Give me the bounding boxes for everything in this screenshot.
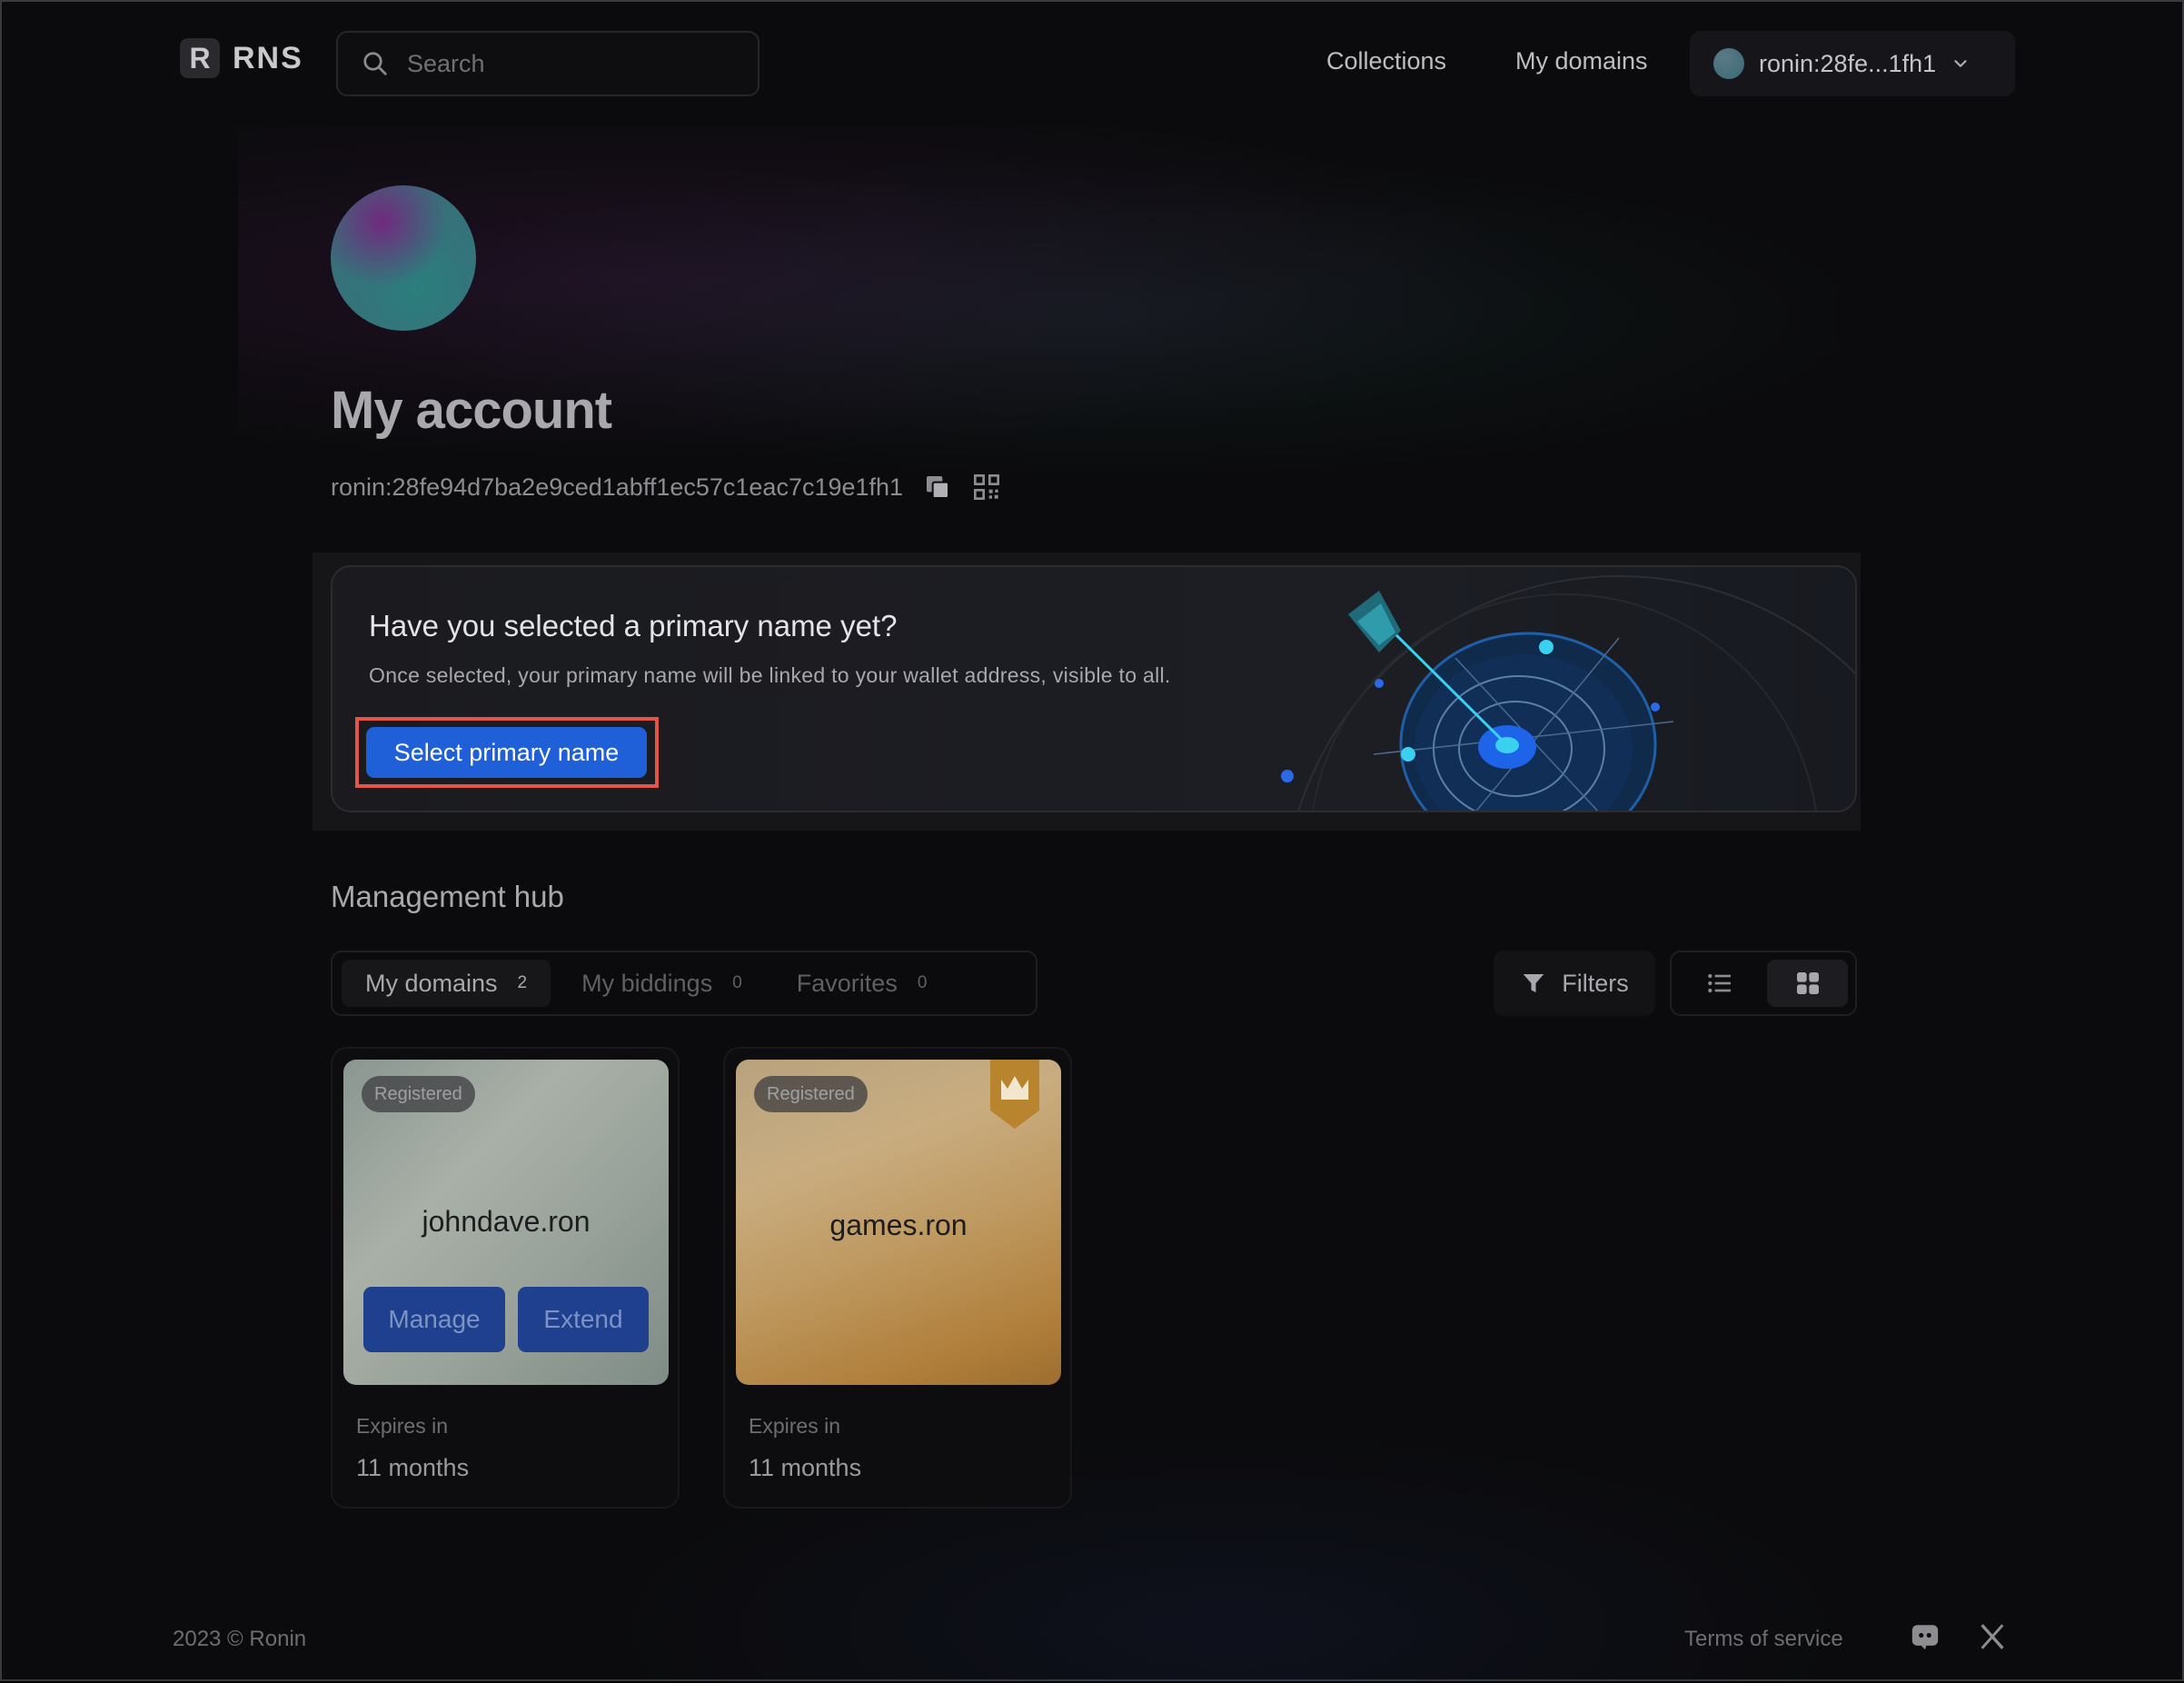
tab-label: My biddings xyxy=(581,969,713,997)
discord-icon[interactable] xyxy=(1910,1621,1941,1652)
wallet-address: ronin:28fe94d7ba2e9ced1abff1ec57c1eac7c1… xyxy=(331,473,904,501)
profile-avatar xyxy=(331,185,476,331)
wallet-address-row: ronin:28fe94d7ba2e9ced1abff1ec57c1eac7c1… xyxy=(331,473,1001,502)
filters-label: Filters xyxy=(1562,969,1629,997)
x-twitter-icon[interactable] xyxy=(1977,1621,2008,1652)
chevron-down-icon xyxy=(1954,60,1967,67)
header-glow xyxy=(238,125,1837,507)
expires-value: 11 months xyxy=(749,1454,862,1481)
view-toggle xyxy=(1670,951,1857,1016)
tab-my-biddings[interactable]: My biddings 0 xyxy=(558,960,766,1007)
grid-icon xyxy=(1796,972,1819,994)
crown-ribbon-icon xyxy=(990,1060,1039,1129)
tab-count: 2 xyxy=(517,973,528,992)
domain-name: games.ron xyxy=(829,1209,968,1241)
account-address-short: ronin:28fe...1fh1 xyxy=(1759,49,1937,77)
qr-code-icon[interactable] xyxy=(972,473,1001,502)
expires-value: 11 months xyxy=(356,1454,470,1481)
banner-subtitle: Once selected, your primary name will be… xyxy=(369,663,1171,687)
copy-icon[interactable] xyxy=(923,473,952,502)
footer-copyright: 2023 © Ronin xyxy=(173,1627,307,1651)
management-hub-title: Management hub xyxy=(331,880,564,913)
target-illustration xyxy=(1281,575,1855,811)
status-badge: Registered xyxy=(754,1076,868,1112)
tab-count: 0 xyxy=(732,973,742,992)
expires-label: Expires in xyxy=(356,1414,448,1438)
list-icon xyxy=(1707,973,1731,993)
filters-button[interactable]: Filters xyxy=(1494,951,1655,1016)
account-menu-button[interactable]: ronin:28fe...1fh1 xyxy=(1690,31,2015,96)
tab-label: Favorites xyxy=(796,969,898,997)
domain-card-image: Registered johndave.ron Manage Extend xyxy=(343,1060,669,1385)
page-title: My account xyxy=(331,381,612,440)
nav-my-domains[interactable]: My domains xyxy=(1515,47,1648,75)
search-icon xyxy=(363,52,387,75)
status-badge: Registered xyxy=(362,1076,475,1112)
funnel-icon xyxy=(1524,974,1544,992)
terms-of-service-link[interactable]: Terms of service xyxy=(1684,1627,1843,1652)
domain-card-games[interactable]: Registered games.ron Expires in 11 month… xyxy=(723,1047,1072,1509)
tab-my-domains[interactable]: My domains 2 xyxy=(342,960,551,1007)
search-bar[interactable] xyxy=(336,31,759,96)
logo-text: RNS xyxy=(233,40,303,75)
account-avatar xyxy=(1713,48,1744,79)
grid-view-button[interactable] xyxy=(1767,960,1848,1007)
domain-card-johndave[interactable]: Registered johndave.ron Manage Extend Ex… xyxy=(331,1047,680,1509)
domain-name: johndave.ron xyxy=(422,1205,591,1238)
extend-button[interactable]: Extend xyxy=(518,1287,649,1352)
banner-title: Have you selected a primary name yet? xyxy=(369,609,898,642)
select-primary-name-button[interactable]: Select primary name xyxy=(366,727,647,778)
tab-label: My domains xyxy=(365,969,498,997)
expires-label: Expires in xyxy=(749,1414,840,1438)
manage-button[interactable]: Manage xyxy=(363,1287,505,1352)
list-view-button[interactable] xyxy=(1679,960,1760,1007)
tab-count: 0 xyxy=(917,973,928,992)
tab-favorites[interactable]: Favorites 0 xyxy=(773,960,951,1007)
app-window: R RNS Collections My domains ronin:28fe.… xyxy=(0,0,2184,1683)
domain-card-image: Registered games.ron xyxy=(736,1060,1061,1385)
rns-logo[interactable]: R RNS xyxy=(180,38,303,78)
nav-collections[interactable]: Collections xyxy=(1326,47,1446,75)
logo-mark-icon: R xyxy=(180,38,220,78)
domain-tabs: My domains 2 My biddings 0 Favorites 0 xyxy=(331,951,1037,1016)
search-input[interactable] xyxy=(405,48,754,79)
